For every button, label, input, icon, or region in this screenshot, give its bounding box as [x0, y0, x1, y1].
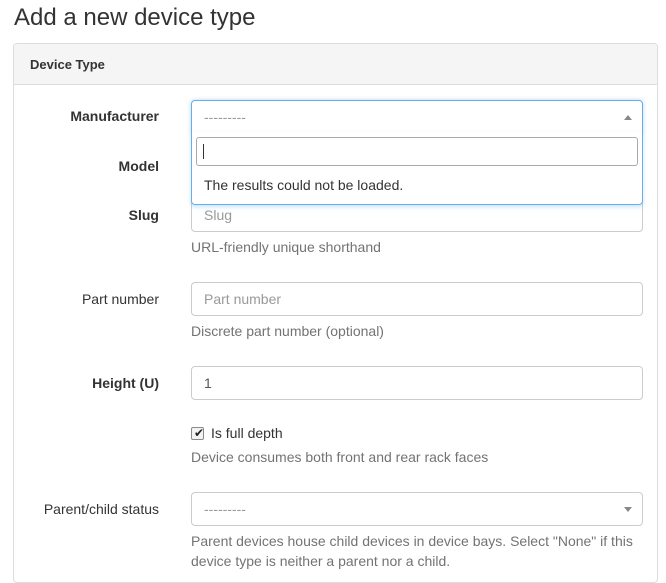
- part-number-label: Part number: [81, 291, 159, 307]
- slug-label: Slug: [128, 207, 159, 223]
- part-number-input[interactable]: Part number: [191, 282, 643, 316]
- panel-heading: Device Type: [14, 44, 657, 85]
- slug-placeholder: Slug: [204, 207, 233, 223]
- parent-child-label: Parent/child status: [43, 501, 159, 517]
- manufacturer-dropdown: The results could not be loaded.: [191, 132, 643, 205]
- height-input[interactable]: 1: [191, 366, 643, 400]
- full-depth-help: Device consumes both front and rear rack…: [191, 449, 489, 465]
- full-depth-row: ✔ Is full depth: [191, 424, 283, 442]
- manufacturer-search-input[interactable]: [196, 137, 638, 166]
- full-depth-checkbox[interactable]: ✔: [191, 425, 205, 440]
- parent-child-select-value: ---------: [204, 501, 246, 517]
- dropdown-message: The results could not be loaded.: [204, 177, 404, 193]
- page-title: Add a new device type: [14, 4, 256, 31]
- height-label: Height (U): [92, 375, 159, 391]
- chevron-down-icon: [624, 507, 632, 512]
- slug-help: URL-friendly unique shorthand: [191, 239, 381, 255]
- check-icon: ✔: [194, 425, 205, 440]
- part-number-placeholder: Part number: [204, 291, 282, 307]
- parent-child-help: Parent devices house child devices in de…: [191, 533, 633, 569]
- parent-child-select[interactable]: ---------: [191, 492, 643, 526]
- part-number-help: Discrete part number (optional): [191, 323, 384, 339]
- manufacturer-select[interactable]: ---------: [191, 100, 643, 134]
- model-label: Model: [118, 158, 159, 174]
- height-value: 1: [204, 375, 212, 391]
- manufacturer-select-value: ---------: [204, 109, 246, 125]
- manufacturer-label: Manufacturer: [70, 108, 159, 124]
- text-cursor: [203, 144, 204, 159]
- device-type-panel: Device Type Manufacturer --------- Model…: [13, 43, 658, 583]
- full-depth-label: Is full depth: [211, 425, 283, 441]
- chevron-up-icon: [624, 115, 632, 120]
